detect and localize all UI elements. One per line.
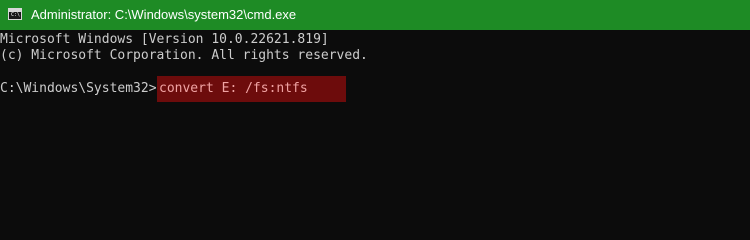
window-title: Administrator: C:\Windows\system32\cmd.e…	[31, 7, 297, 22]
title-bar[interactable]: C:\ Administrator: C:\Windows\system32\c…	[0, 0, 750, 30]
command-input[interactable]: convert E: /fs:ntfs	[159, 81, 308, 97]
console-output[interactable]: Microsoft Windows [Version 10.0.22621.81…	[0, 30, 750, 216]
version-line: Microsoft Windows [Version 10.0.22621.81…	[0, 32, 329, 47]
cmd-icon: C:\	[8, 8, 22, 20]
copyright-line: (c) Microsoft Corporation. All rights re…	[0, 48, 368, 63]
prompt: C:\Windows\System32>	[0, 81, 157, 96]
cmd-window: C:\ Administrator: C:\Windows\system32\c…	[0, 0, 750, 216]
